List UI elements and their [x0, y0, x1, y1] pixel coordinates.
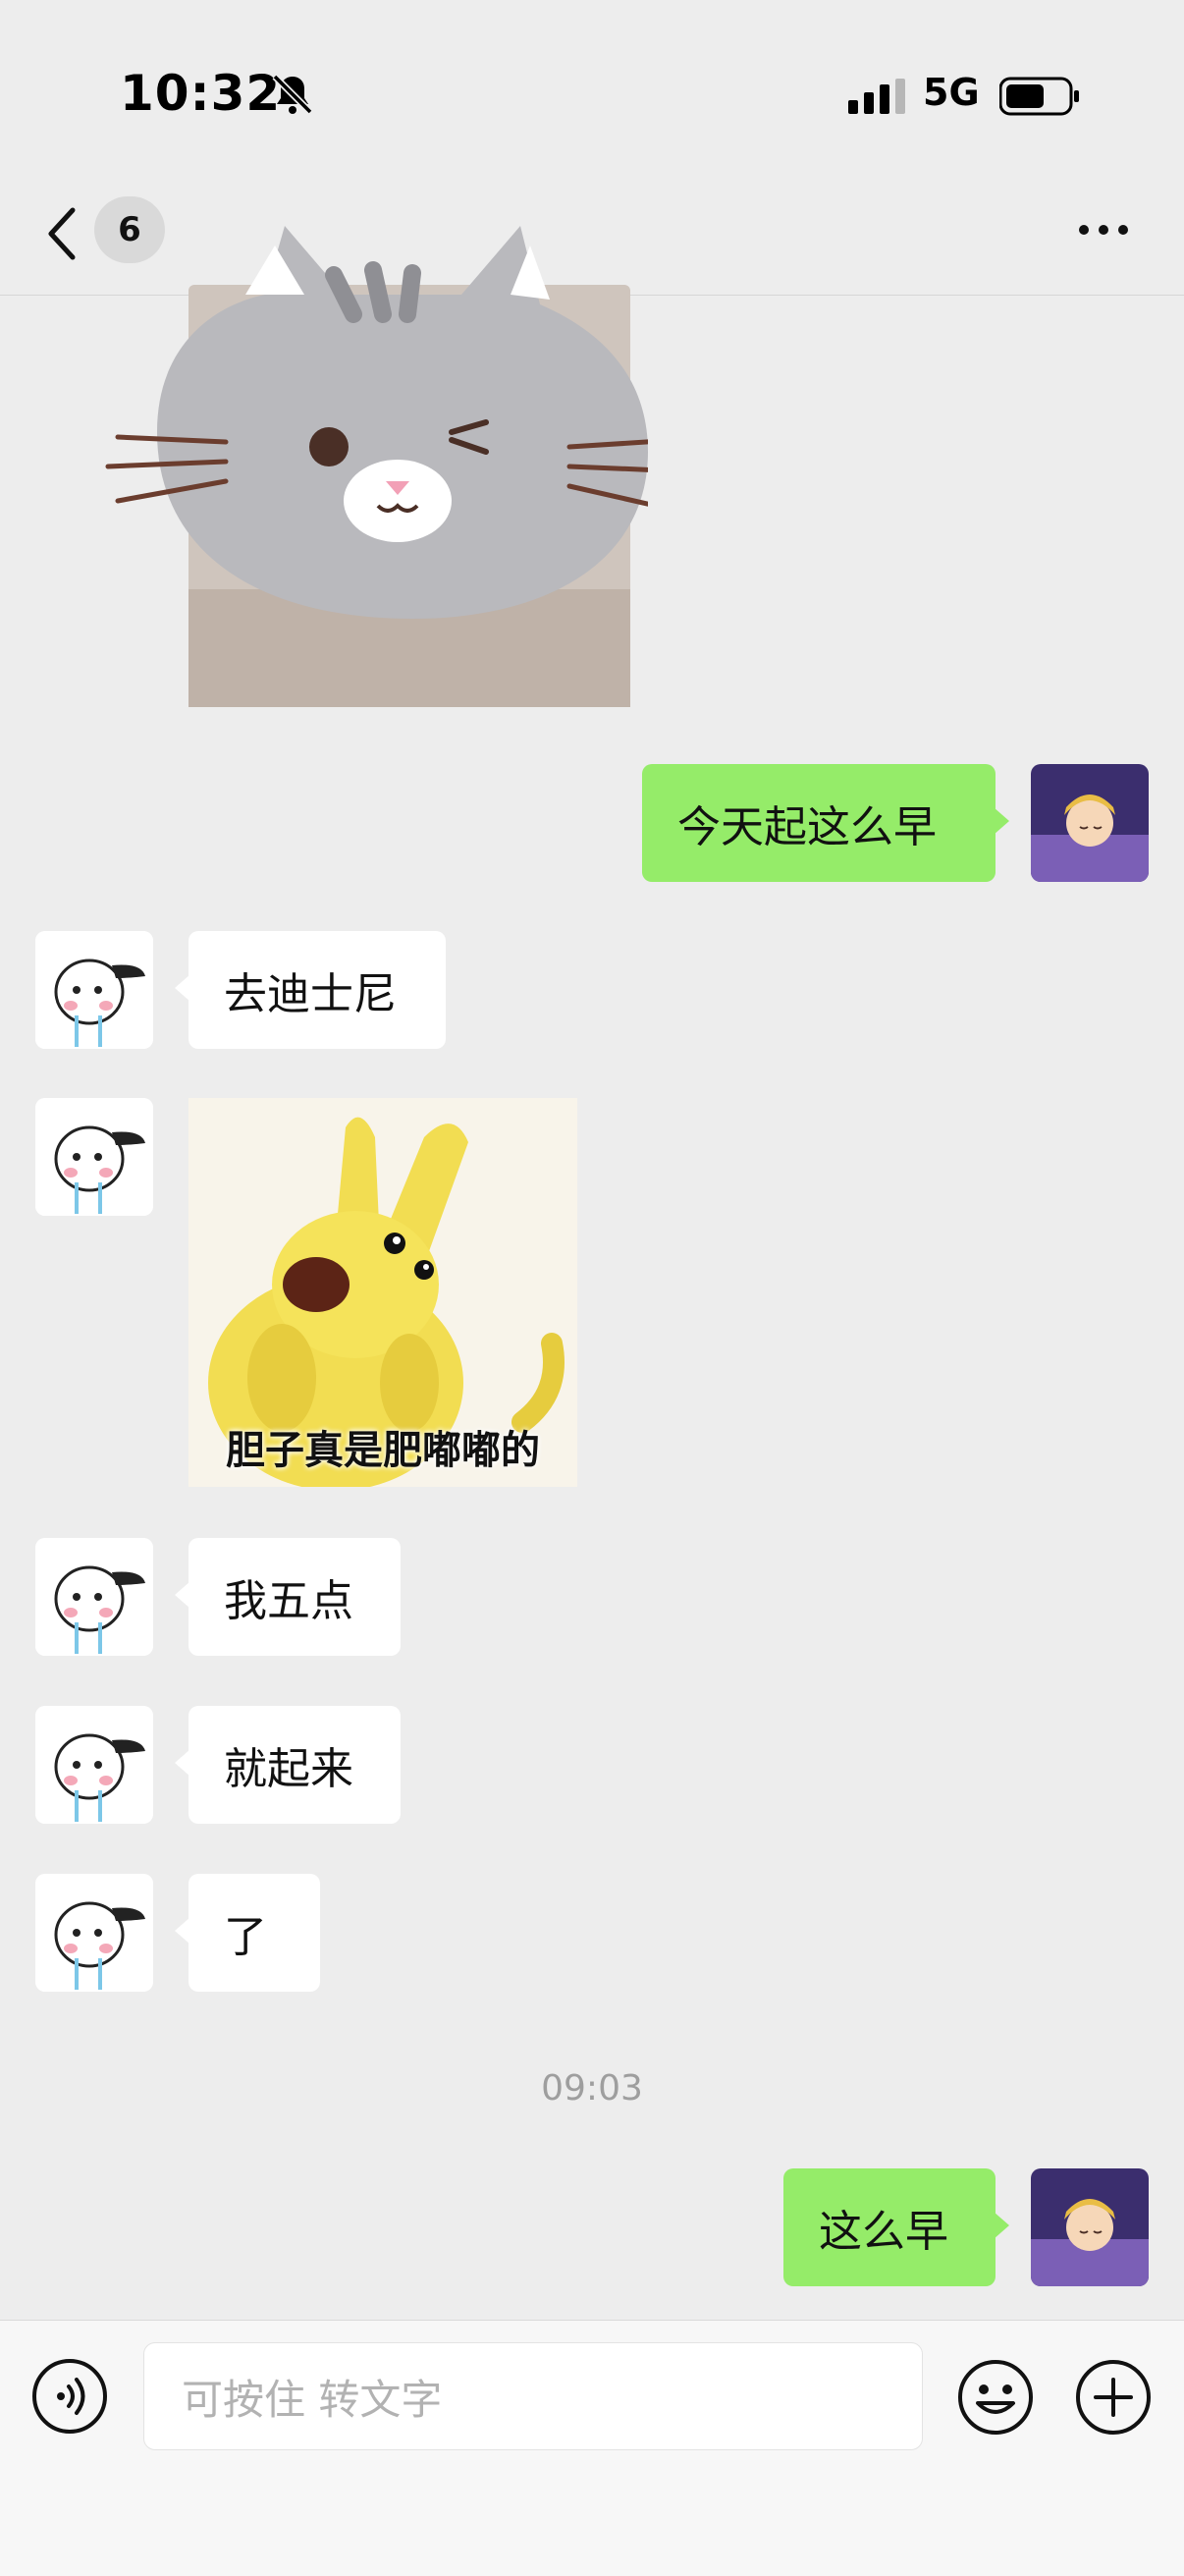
friend-avatar-image [35, 1098, 153, 1216]
my-avatar[interactable] [1031, 2168, 1149, 2286]
sticker-caption: 胆子真是肥嘟嘟的 [226, 1428, 540, 1473]
message-text: 去迪士尼 [224, 969, 397, 1019]
message-bubble-outgoing[interactable]: 今天起这么早 [642, 764, 1009, 882]
friend-avatar[interactable] [35, 1538, 153, 1656]
friend-avatar[interactable] [35, 931, 153, 1049]
message-bubble-incoming[interactable]: 我五点 [175, 1538, 401, 1656]
voice-icon[interactable] [31, 2358, 108, 2435]
friend-avatar[interactable] [35, 1706, 153, 1824]
emoji-icon[interactable] [956, 2358, 1035, 2437]
message-bubble-incoming[interactable]: 去迪士尼 [175, 931, 446, 1049]
input-bar: 可按住 转文字 [0, 2320, 1184, 2576]
my-avatar-image [1031, 2168, 1149, 2286]
friend-avatar-image [35, 1538, 153, 1656]
back-chevron-icon[interactable] [43, 200, 82, 267]
message-input[interactable]: 可按住 转文字 [143, 2342, 923, 2450]
message-text: 这么早 [819, 2207, 948, 2257]
friend-avatar[interactable] [35, 1874, 153, 1992]
message-timestamp: 09:03 [541, 2068, 643, 2109]
network-label: 5G [923, 71, 980, 114]
message-text: 今天起这么早 [677, 802, 937, 852]
friend-avatar-image [35, 931, 153, 1049]
message-text: 就起来 [224, 1744, 353, 1794]
my-avatar-image [1031, 764, 1149, 882]
signal-icon [848, 79, 905, 114]
friend-avatar[interactable] [35, 1098, 153, 1216]
chat-area[interactable]: 今天起这么早 去迪士尼 胆子真是肥嘟嘟的 我五点 就起来 了 09:03 这么早 [0, 295, 1184, 2318]
message-bubble-outgoing[interactable]: 这么早 [783, 2168, 1009, 2286]
friend-avatar-image [35, 1706, 153, 1824]
plus-icon[interactable] [1074, 2358, 1153, 2437]
more-icon[interactable] [1076, 220, 1131, 240]
message-text: 了 [224, 1912, 267, 1962]
battery-icon [999, 77, 1079, 116]
message-bubble-incoming[interactable]: 了 [175, 1874, 320, 1992]
status-bar: 10:32 5G [0, 0, 1184, 177]
my-avatar[interactable] [1031, 764, 1149, 882]
dog-sticker-message[interactable]: 胆子真是肥嘟嘟的 [188, 1098, 577, 1487]
message-text: 我五点 [224, 1576, 353, 1626]
status-time: 10:32 [120, 65, 282, 122]
silent-bell-icon [272, 74, 313, 115]
friend-avatar-image [35, 1874, 153, 1992]
message-bubble-incoming[interactable]: 就起来 [175, 1706, 401, 1824]
